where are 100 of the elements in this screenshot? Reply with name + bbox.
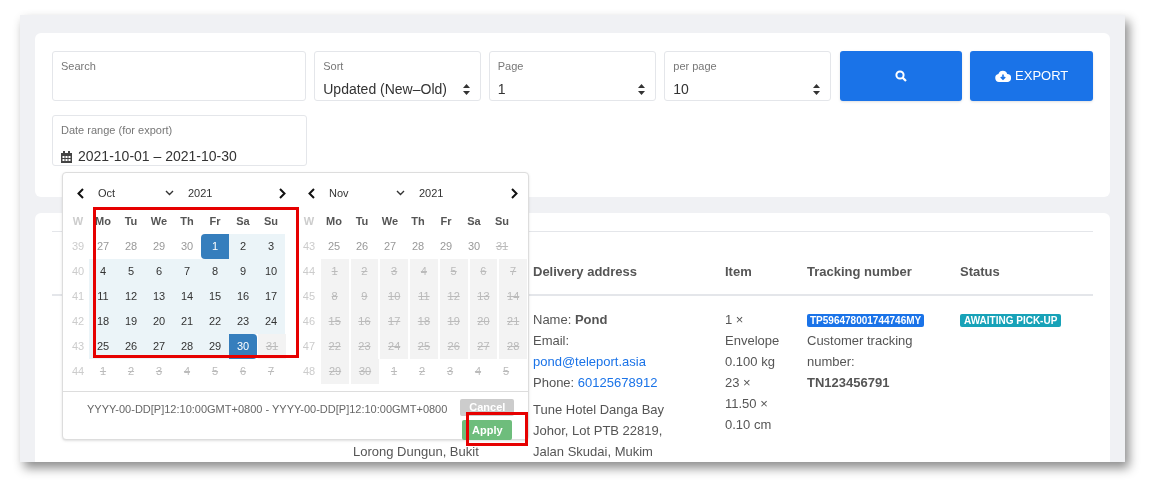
calendar-day[interactable]: 1 (380, 359, 408, 384)
chevron-left-icon[interactable] (77, 187, 84, 199)
select-field[interactable]: Page 1 (488, 51, 657, 101)
calendar-day[interactable]: 21 (499, 309, 528, 334)
calendar-day[interactable]: 11 (410, 284, 438, 309)
calendar-day[interactable]: 2 (117, 359, 145, 384)
calendar-day[interactable]: 7 (173, 259, 201, 284)
calendar-day[interactable]: 8 (201, 259, 229, 284)
weekday-header: Sa (235, 214, 251, 230)
calendar-day[interactable]: 6 (229, 359, 257, 384)
calendar-day[interactable]: 23 (229, 309, 257, 334)
calendar-day[interactable]: 6 (469, 259, 498, 284)
calendar-day[interactable]: 25 (320, 234, 348, 259)
calendar-day[interactable]: 9 (350, 284, 379, 309)
calendar-day[interactable]: 1 (320, 259, 349, 284)
calendar-day[interactable]: 8 (320, 284, 349, 309)
calendar-day[interactable]: 5 (117, 259, 145, 284)
calendar-day[interactable]: 29 (432, 234, 460, 259)
calendar-day[interactable]: 26 (439, 334, 468, 359)
calendar-day[interactable]: 14 (499, 284, 528, 309)
calendar-day[interactable]: 7 (499, 259, 528, 284)
calendar-day[interactable]: 30 (229, 334, 257, 359)
calendar-day[interactable]: 22 (201, 309, 229, 334)
calendar-day[interactable]: 3 (436, 359, 464, 384)
calendar-day[interactable]: 16 (229, 284, 257, 309)
calendar-day[interactable]: 31 (488, 234, 516, 259)
month-select[interactable]: Oct (98, 184, 174, 202)
calendar-day[interactable]: 15 (320, 309, 349, 334)
calendar-day[interactable]: 28 (173, 334, 201, 359)
calendar-day[interactable]: 29 (145, 234, 173, 259)
chevron-right-icon[interactable] (511, 187, 518, 199)
calendar-day[interactable]: 4 (464, 359, 492, 384)
calendar-day[interactable]: 4 (410, 259, 438, 284)
calendar-day[interactable]: 26 (348, 234, 376, 259)
calendar-day[interactable]: 4 (173, 359, 201, 384)
calendar-day[interactable]: 1 (201, 234, 229, 259)
phone-link[interactable]: 60125678912 (577, 375, 658, 390)
calendar-day[interactable]: 3 (380, 259, 409, 284)
export-button[interactable]: EXPORT (970, 51, 1093, 101)
calendar-day[interactable]: 2 (229, 234, 257, 259)
calendar-day[interactable]: 26 (117, 334, 145, 359)
month-select[interactable]: Nov (329, 184, 405, 202)
apply-button[interactable]: Apply (462, 420, 513, 440)
calendar-day[interactable]: 30 (351, 359, 379, 384)
calendar-day[interactable]: 30 (460, 234, 488, 259)
calendar-day[interactable]: 30 (173, 234, 201, 259)
calendar-day[interactable]: 9 (229, 259, 257, 284)
date-range-field[interactable]: Date range (for export) 2021-10-01 – 2021-10-30 (52, 115, 307, 166)
chevron-left-icon[interactable] (308, 187, 315, 199)
calendar-day[interactable]: 2 (408, 359, 436, 384)
calendar-day[interactable]: 28 (499, 334, 528, 359)
calendar-day[interactable]: 7 (257, 359, 285, 384)
calendar-day[interactable]: 5 (201, 359, 229, 384)
calendar-day[interactable]: 23 (350, 334, 379, 359)
calendar-day[interactable]: 28 (404, 234, 432, 259)
input-field[interactable]: Search (52, 51, 307, 101)
calendar-day[interactable]: 27 (89, 234, 117, 259)
calendar-day[interactable]: 24 (380, 334, 409, 359)
calendar-day[interactable]: 17 (380, 309, 409, 334)
calendar-day[interactable]: 25 (410, 334, 438, 359)
calendar-day[interactable]: 5 (439, 259, 468, 284)
calendar-day[interactable]: 28 (117, 234, 145, 259)
calendar-day[interactable]: 31 (258, 334, 286, 359)
year-select[interactable]: 2021 (188, 184, 213, 202)
calendar-day[interactable]: 3 (145, 359, 173, 384)
calendar-day[interactable]: 13 (469, 284, 498, 309)
calendar-day[interactable]: 17 (257, 284, 285, 309)
select-field[interactable]: per page 10 (664, 51, 831, 101)
calendar-day[interactable]: 18 (410, 309, 438, 334)
search-button[interactable] (839, 51, 963, 101)
year-select[interactable]: 2021 (419, 184, 444, 202)
calendar-day[interactable]: 20 (469, 309, 498, 334)
calendar-day[interactable]: 13 (145, 284, 173, 309)
calendar-day[interactable]: 12 (439, 284, 468, 309)
calendar-day[interactable]: 10 (257, 259, 285, 284)
calendar-day[interactable]: 22 (320, 334, 349, 359)
calendar-day[interactable]: 27 (145, 334, 173, 359)
calendar-day[interactable]: 10 (380, 284, 409, 309)
calendar-day[interactable]: 5 (492, 359, 520, 384)
calendar-day[interactable]: 6 (145, 259, 173, 284)
calendar-day[interactable]: 1 (89, 359, 117, 384)
calendar-day[interactable]: 16 (350, 309, 379, 334)
email-link[interactable]: pond@teleport.asia (533, 351, 725, 372)
calendar-day[interactable]: 15 (201, 284, 229, 309)
calendar-day[interactable]: 3 (257, 234, 285, 259)
field-label: Page (497, 59, 525, 73)
calendar-day[interactable]: 12 (117, 284, 145, 309)
calendar-day[interactable]: 2 (350, 259, 379, 284)
select-field[interactable]: Sort Updated (New–Old) (314, 51, 481, 101)
calendar-day[interactable]: 27 (469, 334, 498, 359)
calendar-day[interactable]: 19 (117, 309, 145, 334)
calendar-day[interactable]: 29 (321, 359, 349, 384)
calendar-day[interactable]: 29 (201, 334, 229, 359)
calendar-day[interactable]: 20 (145, 309, 173, 334)
calendar-day[interactable]: 14 (173, 284, 201, 309)
calendar-day[interactable]: 24 (257, 309, 285, 334)
chevron-right-icon[interactable] (279, 187, 286, 199)
calendar-day[interactable]: 19 (439, 309, 468, 334)
calendar-day[interactable]: 21 (173, 309, 201, 334)
calendar-day[interactable]: 27 (376, 234, 404, 259)
